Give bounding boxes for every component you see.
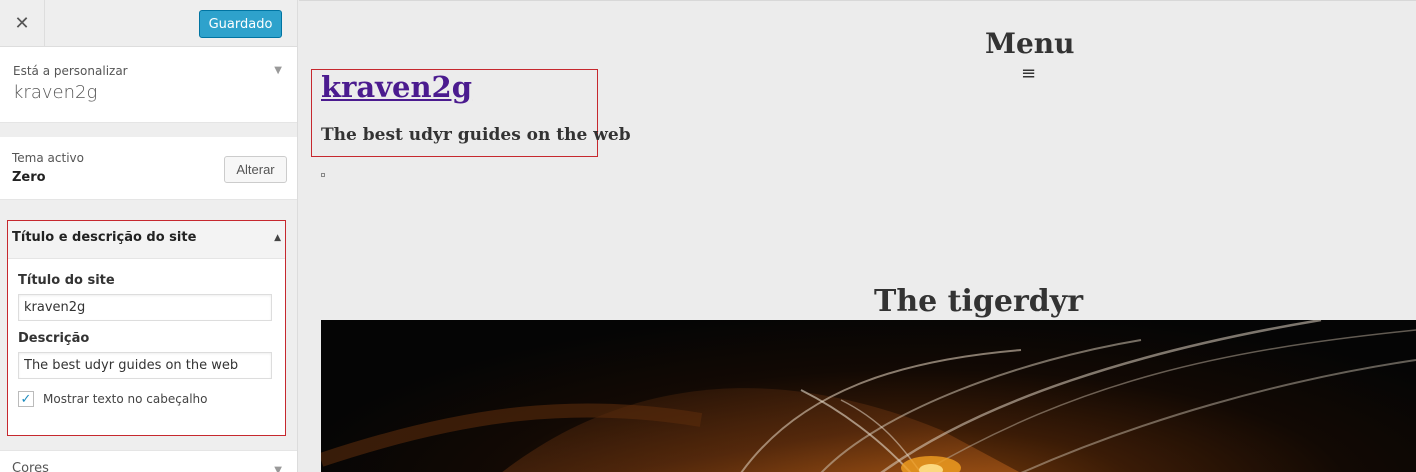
site-title-link[interactable]: kraven2g — [321, 70, 472, 104]
post-title[interactable]: The tigerdyr — [874, 284, 1083, 319]
site-description: The best udyr guides on the web — [321, 125, 631, 145]
hero-image — [321, 320, 1416, 472]
description-input[interactable] — [18, 352, 272, 379]
checkmark-icon: ✓ — [20, 391, 32, 407]
title-tagline-section: Título e descrição do site ▲ Título do s… — [7, 220, 286, 436]
change-theme-button[interactable]: Alterar — [224, 156, 287, 183]
chevron-down-icon[interactable]: ▼ — [274, 465, 282, 472]
customizer-topbar: ✕ Guardado — [0, 0, 297, 47]
menu-title[interactable]: Menu — [985, 27, 1075, 60]
active-theme-panel: Tema activo Zero Alterar — [0, 137, 297, 200]
close-icon: ✕ — [14, 12, 30, 34]
site-title-label: Título do site — [18, 273, 115, 288]
customizing-label: Está a personalizar — [13, 64, 128, 78]
show-header-text-row[interactable]: ✓ Mostrar texto no cabeçalho — [18, 391, 271, 407]
hamburger-icon[interactable]: ≡ — [1021, 63, 1036, 84]
show-header-text-checkbox[interactable]: ✓ — [18, 391, 34, 407]
customizing-site-name: kraven2g — [13, 82, 98, 103]
section-title: Título e descrição do site — [12, 230, 197, 245]
broken-image-icon — [321, 173, 325, 177]
hero-artwork — [321, 320, 1416, 472]
chevron-up-icon[interactable]: ▲ — [274, 233, 281, 243]
chevron-down-icon[interactable]: ▼ — [274, 65, 282, 76]
site-preview: Menu ≡ kraven2g The best udyr guides on … — [299, 0, 1416, 472]
customize-info-panel[interactable]: Está a personalizar kraven2g ▼ — [0, 47, 297, 123]
save-button[interactable]: Guardado — [199, 10, 282, 38]
customizer-sidebar: ✕ Guardado Está a personalizar kraven2g … — [0, 0, 298, 472]
close-button[interactable]: ✕ — [0, 0, 45, 46]
section-header[interactable]: Título e descrição do site ▲ — [8, 221, 285, 259]
section-body: Título do site Descrição ✓ Mostrar texto… — [8, 259, 285, 407]
site-header-highlight: kraven2g The best udyr guides on the web — [311, 69, 631, 157]
description-label: Descrição — [18, 331, 90, 346]
colors-label: Cores — [12, 461, 49, 472]
colors-section[interactable]: Cores ▼ — [0, 450, 297, 472]
site-title-input[interactable] — [18, 294, 272, 321]
panel-gap — [0, 123, 297, 137]
show-header-text-label: Mostrar texto no cabeçalho — [43, 392, 208, 406]
